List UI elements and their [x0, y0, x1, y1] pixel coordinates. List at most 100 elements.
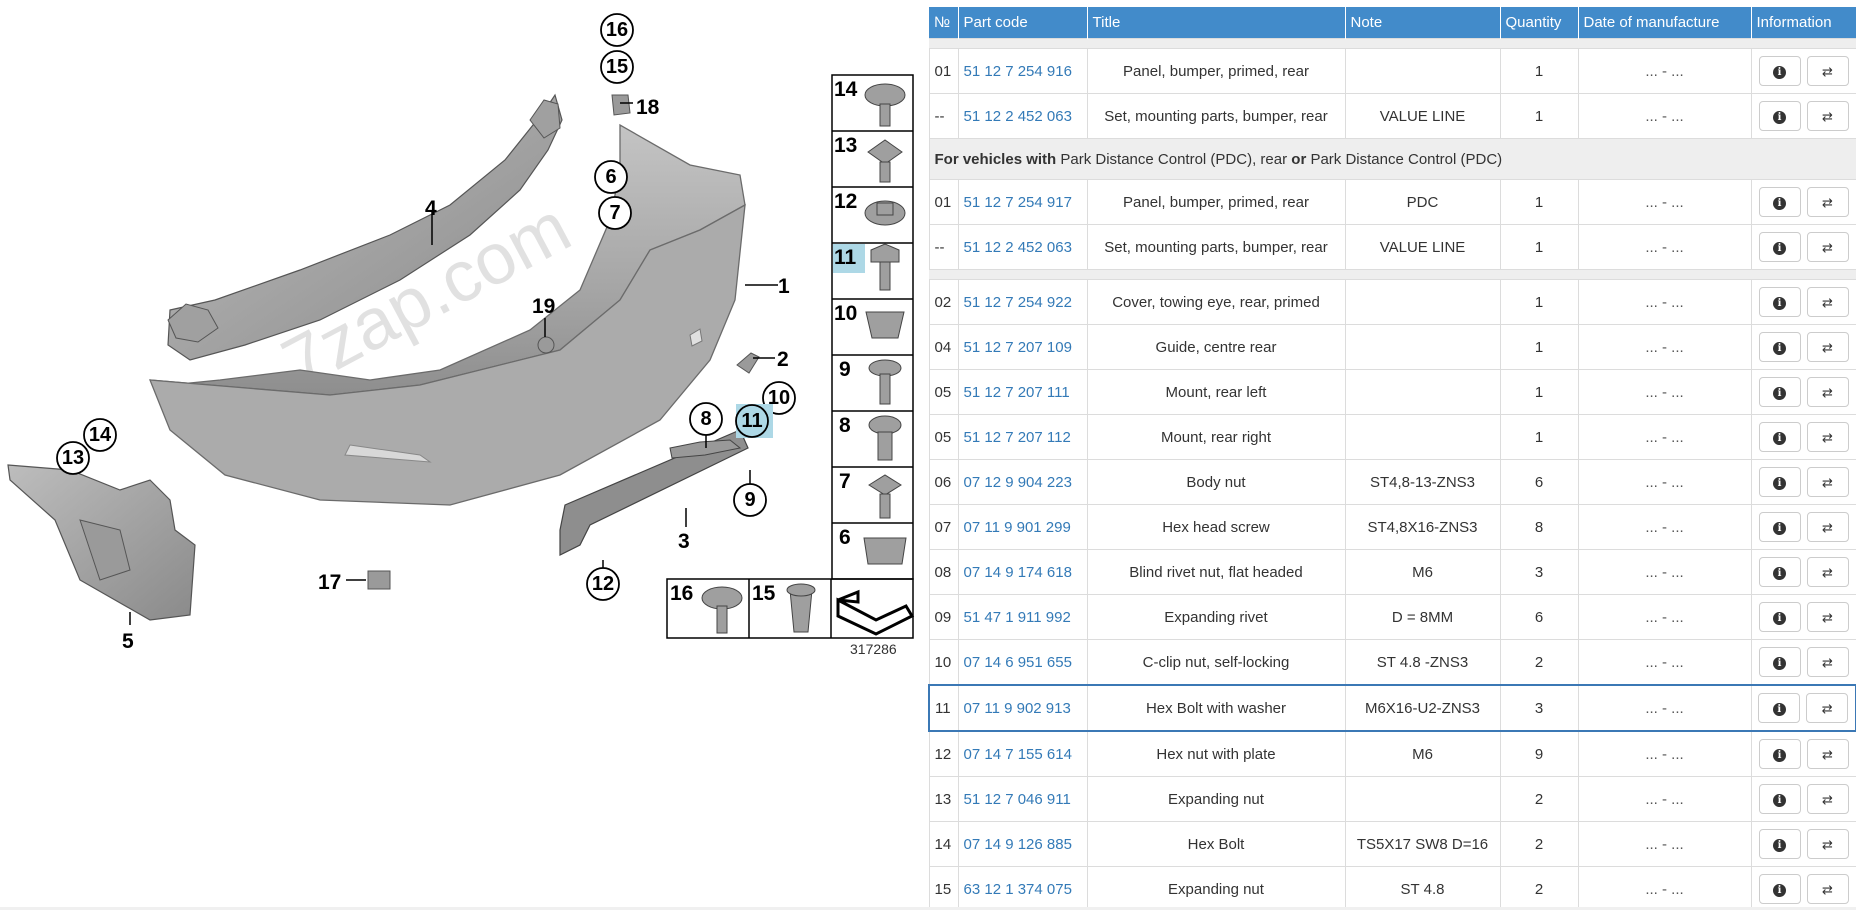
compare-button[interactable]: ⇄: [1806, 512, 1849, 542]
parts-table-container[interactable]: № Part code Title Note Quantity Date of …: [928, 7, 1856, 910]
part-code-link[interactable]: 51 12 7 207 111: [958, 369, 1088, 415]
legend-label-11[interactable]: 11: [834, 246, 857, 269]
compare-button[interactable]: ⇄: [1806, 232, 1849, 262]
callout-11-highlighted[interactable]: 11: [735, 404, 773, 438]
compare-button[interactable]: ⇄: [1806, 784, 1849, 814]
info-button[interactable]: i: [1758, 647, 1801, 677]
callout-9[interactable]: 9: [733, 483, 767, 517]
callout-16[interactable]: 16: [600, 13, 634, 47]
header-date-of-manufacture[interactable]: Date of manufacture: [1578, 7, 1752, 39]
compare-button[interactable]: ⇄: [1806, 56, 1849, 86]
part-code-link[interactable]: 51 12 7 207 112: [958, 414, 1088, 460]
info-button[interactable]: i: [1758, 739, 1801, 769]
part-code-link[interactable]: 51 12 2 452 063: [958, 224, 1088, 270]
callout-12[interactable]: 12: [586, 567, 620, 601]
compare-button[interactable]: ⇄: [1806, 101, 1849, 131]
info-button[interactable]: i: [1758, 829, 1801, 859]
compare-button[interactable]: ⇄: [1806, 829, 1849, 859]
info-button[interactable]: i: [1758, 784, 1801, 814]
part-code-link[interactable]: 07 11 9 901 299: [958, 504, 1088, 550]
compare-button[interactable]: ⇄: [1806, 422, 1849, 452]
part-code-link[interactable]: 51 12 7 254 917: [958, 179, 1088, 225]
compare-button[interactable]: ⇄: [1806, 739, 1849, 769]
callout-2[interactable]: 2: [777, 348, 789, 371]
header-no[interactable]: №: [929, 7, 959, 39]
callout-4[interactable]: 4: [425, 197, 437, 220]
info-button[interactable]: i: [1758, 557, 1801, 587]
table-row[interactable]: 01 51 12 7 254 917 Panel, bumper, primed, …: [928, 179, 1856, 225]
header-title[interactable]: Title: [1087, 7, 1346, 39]
callout-5[interactable]: 5: [122, 630, 134, 653]
table-row[interactable]: 05 51 12 7 207 112 Mount, rear right 1... -…: [928, 414, 1856, 460]
header-quantity[interactable]: Quantity: [1500, 7, 1579, 39]
callout-3[interactable]: 3: [678, 530, 690, 553]
legend-label-10[interactable]: 10: [834, 302, 857, 325]
callout-19[interactable]: 19: [532, 295, 555, 318]
compare-button[interactable]: ⇄: [1806, 647, 1849, 677]
legend-label-14[interactable]: 14: [834, 78, 858, 101]
info-button[interactable]: i: [1758, 287, 1801, 317]
info-button[interactable]: i: [1758, 232, 1801, 262]
part-code-link[interactable]: 51 47 1 911 992: [958, 594, 1088, 640]
info-button[interactable]: i: [1758, 874, 1801, 904]
table-row[interactable]: 08 07 14 9 174 618 Blind rivet nut, flat h…: [928, 549, 1856, 595]
table-row[interactable]: 09 51 47 1 911 992 Expanding rivet D = 8MM 6…: [928, 594, 1856, 640]
compare-button[interactable]: ⇄: [1806, 557, 1849, 587]
info-button[interactable]: i: [1758, 693, 1801, 723]
part-code-link[interactable]: 07 14 9 174 618: [958, 549, 1088, 595]
info-button[interactable]: i: [1758, 377, 1801, 407]
table-row[interactable]: 10 07 14 6 951 655 C-clip nut, self-lockin…: [928, 639, 1856, 685]
callout-8[interactable]: 8: [689, 402, 723, 436]
callout-1[interactable]: 1: [778, 275, 790, 298]
info-button[interactable]: i: [1758, 422, 1801, 452]
legend-label-9[interactable]: 9: [839, 358, 851, 381]
legend-label-13[interactable]: 13: [834, 134, 857, 157]
info-button[interactable]: i: [1758, 467, 1801, 497]
callout-7[interactable]: 7: [598, 196, 632, 230]
part-code-link[interactable]: 07 14 7 155 614: [958, 730, 1088, 777]
compare-button[interactable]: ⇄: [1806, 602, 1849, 632]
info-button[interactable]: i: [1758, 56, 1801, 86]
part-code-link[interactable]: 07 11 9 902 913: [958, 684, 1088, 732]
callout-17[interactable]: 17: [318, 571, 341, 594]
table-row-selected[interactable]: 11 07 11 9 902 913 Hex Bolt with washer M6X…: [928, 684, 1856, 732]
callout-6[interactable]: 6: [594, 160, 628, 194]
compare-button[interactable]: ⇄: [1806, 874, 1849, 904]
table-row[interactable]: -- 51 12 2 452 063 Set, mounting parts, bu…: [928, 93, 1856, 139]
compare-button[interactable]: ⇄: [1806, 467, 1849, 497]
legend-label-8[interactable]: 8: [839, 414, 851, 437]
table-row[interactable]: 01 51 12 7 254 916 Panel, bumper, primed, …: [928, 48, 1856, 94]
compare-button[interactable]: ⇄: [1806, 287, 1849, 317]
info-button[interactable]: i: [1758, 187, 1801, 217]
compare-button[interactable]: ⇄: [1806, 332, 1849, 362]
table-row[interactable]: 05 51 12 7 207 111 Mount, rear left 1... - …: [928, 369, 1856, 415]
part-code-link[interactable]: 51 12 7 254 922: [958, 279, 1088, 325]
part-code-link[interactable]: 51 12 7 046 911: [958, 776, 1088, 822]
part-code-link[interactable]: 51 12 7 207 109: [958, 324, 1088, 370]
table-row[interactable]: 07 07 11 9 901 299 Hex head screw ST4,8X16-…: [928, 504, 1856, 550]
table-row[interactable]: 02 51 12 7 254 922 Cover, towing eye, rear…: [928, 279, 1856, 325]
table-row[interactable]: -- 51 12 2 452 063 Set, mounting parts, bu…: [928, 224, 1856, 270]
callout-13[interactable]: 13: [56, 441, 90, 475]
table-row[interactable]: 04 51 12 7 207 109 Guide, centre rear 1... …: [928, 324, 1856, 370]
compare-button[interactable]: ⇄: [1806, 187, 1849, 217]
part-code-link[interactable]: 07 14 6 951 655: [958, 639, 1088, 685]
table-row[interactable]: 15 63 12 1 374 075 Expanding nut ST 4.8 2...…: [928, 866, 1856, 910]
header-note[interactable]: Note: [1345, 7, 1501, 39]
table-row[interactable]: 06 07 12 9 904 223 Body nut ST4,8-13-ZNS3 6.…: [928, 459, 1856, 505]
legend-label-12[interactable]: 12: [834, 190, 857, 213]
part-code-link[interactable]: 51 12 7 254 916: [958, 48, 1088, 94]
legend-label-6[interactable]: 6: [839, 526, 851, 549]
info-button[interactable]: i: [1758, 512, 1801, 542]
header-information[interactable]: Information: [1751, 7, 1856, 39]
callout-15[interactable]: 15: [600, 50, 634, 84]
callout-18[interactable]: 18: [636, 96, 660, 119]
info-button[interactable]: i: [1758, 101, 1801, 131]
table-row[interactable]: 13 51 12 7 046 911 Expanding nut 2... - ...…: [928, 776, 1856, 822]
part-code-link[interactable]: 51 12 2 452 063: [958, 93, 1088, 139]
table-row[interactable]: 12 07 14 7 155 614 Hex nut with plate M6 9..…: [928, 730, 1856, 777]
header-part-code[interactable]: Part code: [958, 7, 1088, 39]
part-code-link[interactable]: 07 12 9 904 223: [958, 459, 1088, 505]
compare-button[interactable]: ⇄: [1806, 693, 1849, 723]
info-button[interactable]: i: [1758, 602, 1801, 632]
